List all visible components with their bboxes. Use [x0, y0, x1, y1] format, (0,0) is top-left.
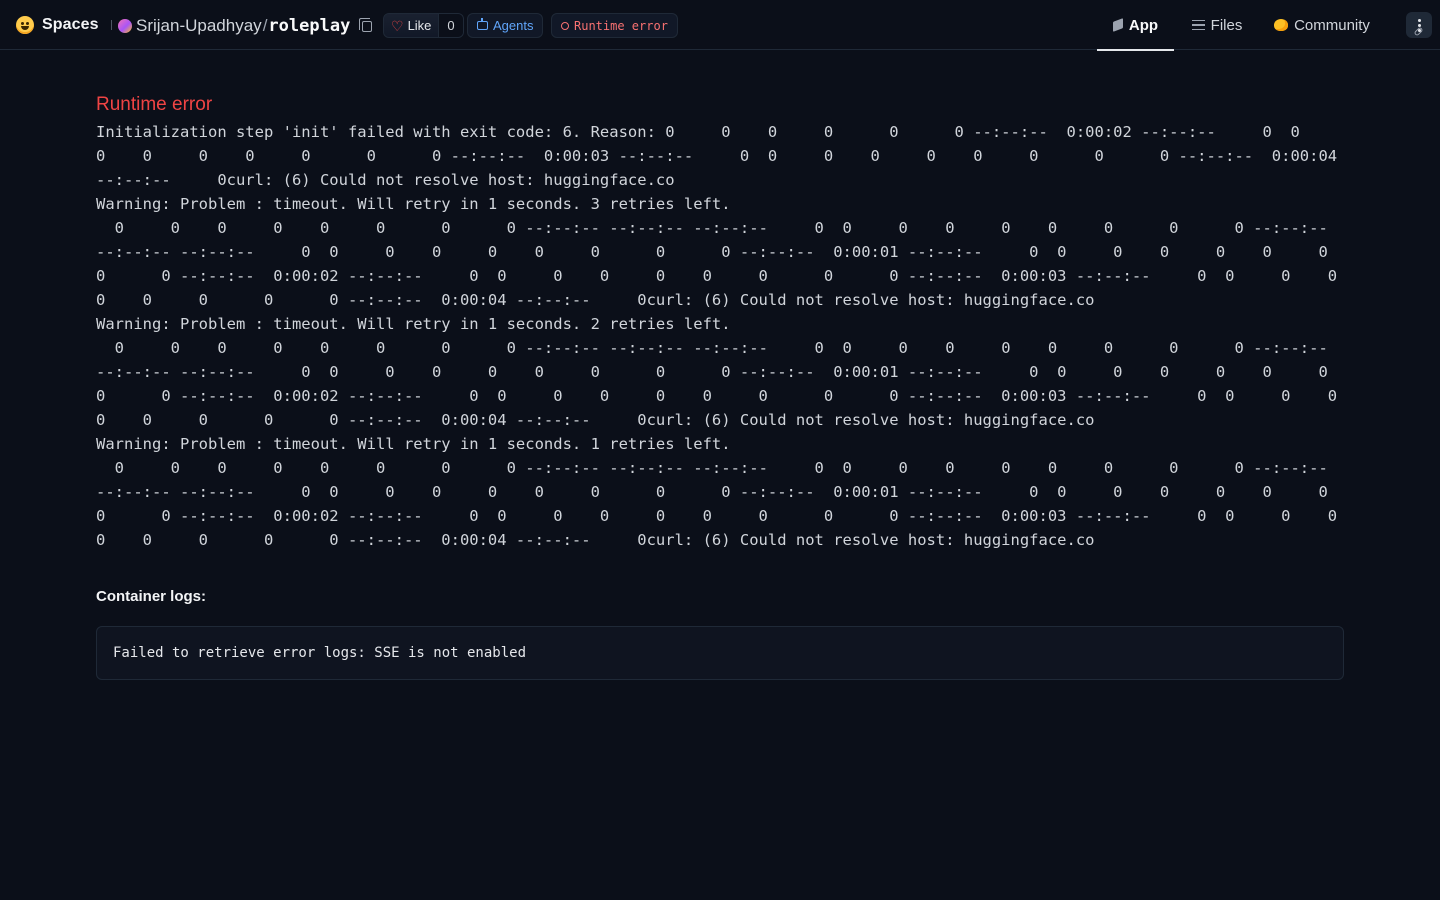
- repo-separator: /: [262, 16, 268, 35]
- tab-community-label: Community: [1294, 16, 1370, 34]
- like-count[interactable]: 0: [438, 14, 463, 37]
- tab-files-label: Files: [1210, 16, 1243, 34]
- owner-avatar[interactable]: [118, 19, 132, 33]
- status-label: Runtime error: [574, 18, 668, 33]
- space-tabs: App Files Community: [1097, 0, 1440, 51]
- container-logs-box: Failed to retrieve error logs: SSE is no…: [96, 626, 1344, 680]
- top-header: Spaces Srijan-Upadhyay / roleplay ♡ Like…: [0, 0, 1440, 51]
- community-icon: [1274, 19, 1289, 31]
- tab-app[interactable]: App: [1097, 0, 1174, 51]
- agents-button[interactable]: Agents: [467, 13, 544, 38]
- tab-community[interactable]: Community: [1260, 0, 1384, 50]
- more-options-button[interactable]: [1384, 0, 1440, 50]
- robot-icon: [477, 18, 488, 30]
- cube-icon: [1112, 18, 1123, 32]
- hugging-face-logo-icon: [16, 16, 34, 34]
- error-message: Initialization step 'init' failed with e…: [96, 123, 1338, 549]
- agents-label: Agents: [493, 18, 534, 33]
- runtime-error-panel: Runtime error Initialization step 'init'…: [96, 90, 1344, 552]
- runtime-error-status-badge[interactable]: Runtime error: [551, 13, 678, 38]
- repo-breadcrumb: Srijan-Upadhyay / roleplay: [118, 14, 373, 38]
- repo-owner-link[interactable]: Srijan-Upadhyay: [136, 16, 262, 36]
- heart-icon: ♡: [391, 17, 404, 34]
- spaces-label: Spaces: [42, 16, 99, 33]
- brand-divider: [110, 20, 112, 30]
- copy-icon[interactable]: [359, 17, 373, 32]
- spaces-brand-link[interactable]: Spaces: [16, 14, 116, 36]
- container-logs-heading: Container logs:: [96, 588, 207, 605]
- like-label: Like: [407, 18, 432, 33]
- repo-name-link[interactable]: roleplay: [268, 16, 350, 36]
- files-icon: [1191, 20, 1205, 30]
- container-logs-text: Failed to retrieve error logs: SSE is no…: [113, 645, 527, 661]
- error-title: Runtime error: [96, 94, 213, 115]
- tab-app-label: App: [1128, 16, 1159, 34]
- like-toggle[interactable]: ♡ Like: [384, 14, 439, 37]
- error-circle-icon: [561, 21, 569, 30]
- tab-files[interactable]: Files: [1174, 0, 1260, 50]
- like-button[interactable]: ♡ Like 0: [383, 13, 464, 38]
